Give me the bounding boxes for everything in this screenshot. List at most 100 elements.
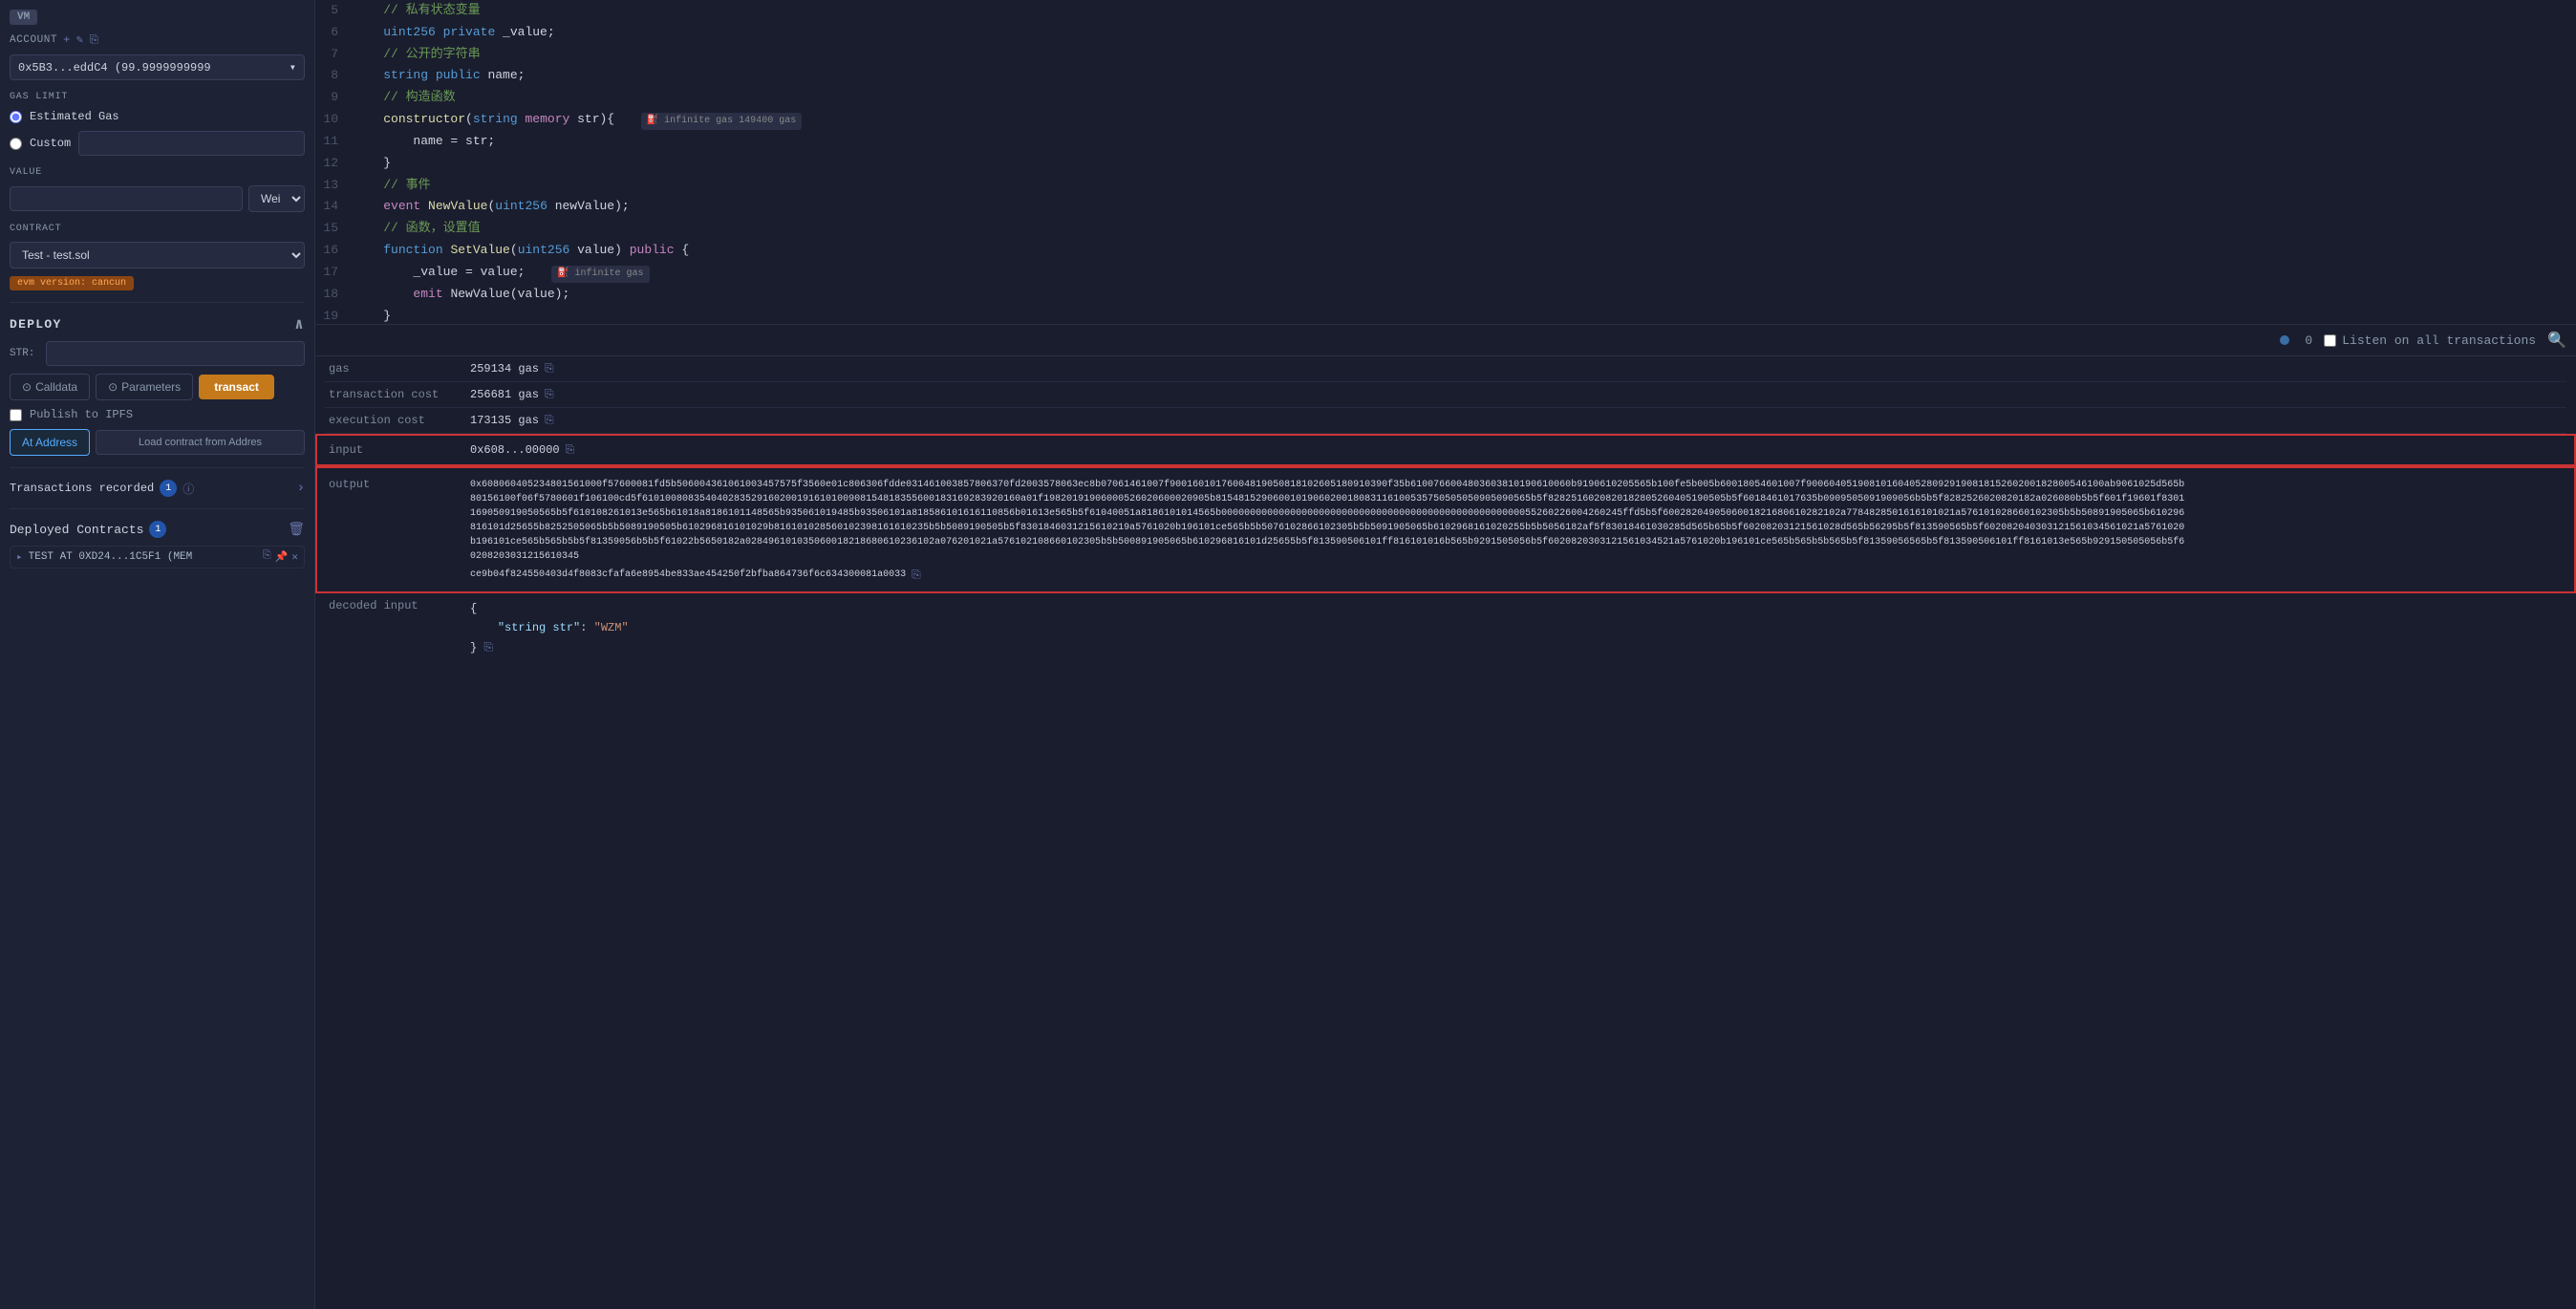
gas-value: 259134 gas ⎘: [470, 362, 554, 376]
contract-close-icon[interactable]: ✕: [291, 550, 298, 564]
code-line-11: 11 name = str;: [315, 131, 2576, 153]
execution-cost-row: execution cost 173135 gas ⎘: [325, 408, 2566, 434]
publish-checkbox[interactable]: [10, 409, 22, 421]
at-address-button[interactable]: At Address: [10, 429, 90, 456]
input-value: 0x608...00000 ⎘: [470, 443, 574, 457]
search-icon[interactable]: 🔍: [2547, 331, 2566, 350]
deployed-section: Deployed Contracts 1 🗑: [10, 521, 305, 538]
code-line-17: 17 _value = value; ⛽ infinite gas: [315, 262, 2576, 284]
input-box: input 0x608...00000 ⎘: [315, 434, 2576, 466]
contract-select[interactable]: Test - test.sol: [10, 242, 305, 268]
transactions-expand-icon[interactable]: ›: [297, 481, 305, 496]
output-hash-text: ce9b04f824550403d4f8083cfafa6e8954be833a…: [470, 568, 906, 582]
info-icon: ⓘ: [182, 481, 194, 497]
line-num-17: 17: [315, 263, 354, 283]
deployed-badge: 1: [149, 521, 166, 538]
calldata-button[interactable]: ⊙ Calldata: [10, 374, 90, 400]
edit-account-icon[interactable]: ✎: [76, 32, 84, 47]
code-line-10: 10 constructor(string memory str){ ⛽ inf…: [315, 109, 2576, 131]
line-num-14: 14: [315, 197, 354, 217]
listen-checkbox[interactable]: [2324, 334, 2336, 347]
code-line-16: 16 function SetValue(uint256 value) publ…: [315, 240, 2576, 262]
contract-chevron-icon[interactable]: ▸: [16, 550, 23, 564]
decoded-key: "string str": [498, 621, 580, 634]
account-select[interactable]: 0x5B3...eddC4 (99.9999999999 ▾: [10, 54, 305, 80]
right-panel: 5 // 私有状态变量 6 uint256 private _value; 7 …: [315, 0, 2576, 1309]
estimated-gas-radio[interactable]: [10, 111, 22, 123]
code-line-19: 19 }: [315, 306, 2576, 325]
value-input[interactable]: 0: [10, 186, 243, 211]
address-row: At Address Load contract from Addres: [10, 429, 305, 456]
contract-pin-icon[interactable]: 📌: [275, 550, 289, 564]
line-num-13: 13: [315, 176, 354, 196]
left-panel: VM ACCOUNT + ✎ ⎘ 0x5B3...eddC4 (99.99999…: [0, 0, 315, 1309]
deploy-buttons: ⊙ Calldata ⊙ Parameters transact: [10, 374, 305, 400]
line-content-7: // 公开的字符串: [354, 45, 2576, 65]
line-content-10: constructor(string memory str){ ⛽ infini…: [354, 110, 2576, 130]
exec-cost-copy-icon[interactable]: ⎘: [545, 414, 554, 427]
deployed-label: Deployed Contracts: [10, 523, 143, 537]
str-input[interactable]: "WZM": [46, 341, 305, 366]
transactions-row: Transactions recorded 1 ⓘ ›: [10, 480, 305, 497]
gas-copy-icon[interactable]: ⎘: [545, 362, 554, 376]
line-content-16: function SetValue(uint256 value) public …: [354, 241, 2576, 261]
deploy-header: DEPLOY ∧: [10, 314, 305, 333]
line-num-15: 15: [315, 219, 354, 239]
custom-gas-input[interactable]: 3000000: [78, 131, 305, 156]
output-hash-row: ce9b04f824550403d4f8083cfafa6e8954be833a…: [470, 568, 2563, 582]
account-chevron-icon: ▾: [290, 60, 296, 75]
add-account-icon[interactable]: +: [63, 33, 71, 47]
calldata-icon: ⊙: [22, 380, 32, 394]
value-label: VALUE: [10, 167, 305, 178]
calldata-label: Calldata: [35, 380, 77, 394]
line-content-15: // 函数，设置值: [354, 219, 2576, 239]
line-num-16: 16: [315, 241, 354, 261]
transact-button[interactable]: transact: [199, 375, 274, 399]
line-content-9: // 构造函数: [354, 88, 2576, 108]
str-row: STR: "WZM": [10, 341, 305, 366]
parameters-icon: ⊙: [108, 380, 118, 394]
decoded-input-label: decoded input: [329, 599, 462, 612]
copy-account-icon[interactable]: ⎘: [90, 33, 99, 47]
input-row: input 0x608...00000 ⎘: [325, 441, 2566, 459]
contract-label: CONTRACT: [10, 224, 305, 234]
load-contract-button[interactable]: Load contract from Addres: [96, 430, 305, 455]
code-line-18: 18 emit NewValue(value);: [315, 284, 2576, 306]
custom-gas-row: Custom 3000000: [10, 131, 305, 156]
decoded-input-row: decoded input { "string str": "WZM" } ⎘: [325, 593, 2566, 663]
line-num-18: 18: [315, 285, 354, 305]
output-box: output 0x608060405234801561000f57600081f…: [315, 466, 2576, 593]
line-content-11: name = str;: [354, 132, 2576, 152]
trash-icon[interactable]: 🗑: [288, 522, 305, 538]
line-content-18: emit NewValue(value);: [354, 285, 2576, 305]
output-copy-icon[interactable]: ⎘: [912, 569, 921, 582]
estimated-gas-label: Estimated Gas: [30, 110, 119, 123]
parameters-button[interactable]: ⊙ Parameters: [96, 374, 193, 400]
code-line-15: 15 // 函数，设置值: [315, 218, 2576, 240]
deployed-contract-item: ▸ TEST AT 0XD24...1C5F1 (MEM ⎘ 📌 ✕: [10, 546, 305, 569]
line-content-19: }: [354, 307, 2576, 325]
line-num-11: 11: [315, 132, 354, 152]
decoded-input-copy-icon[interactable]: ⎘: [483, 641, 493, 654]
line-num-9: 9: [315, 88, 354, 108]
tx-cost-value: 256681 gas ⎘: [470, 388, 554, 401]
output-long-content: 0x608060405234801561000f57600081fd5b5060…: [470, 478, 2563, 582]
custom-label: Custom: [30, 137, 71, 150]
wei-select[interactable]: Wei: [248, 185, 305, 212]
contract-copy-icon[interactable]: ⎘: [263, 550, 271, 564]
account-row: ACCOUNT + ✎ ⎘: [10, 32, 305, 47]
output-area: gas 259134 gas ⎘ transaction cost 256681…: [315, 356, 2576, 1309]
divider-1: [10, 302, 305, 303]
line-content-12: }: [354, 154, 2576, 174]
exec-cost-label: execution cost: [329, 414, 462, 427]
tx-cost-copy-icon[interactable]: ⎘: [545, 388, 554, 401]
code-line-13: 13 // 事件: [315, 175, 2576, 197]
input-label: input: [329, 443, 462, 457]
code-line-7: 7 // 公开的字符串: [315, 44, 2576, 66]
estimated-gas-row: Estimated Gas: [10, 110, 305, 123]
input-copy-icon[interactable]: ⎘: [566, 443, 575, 457]
evm-badge: evm version: cancun: [10, 276, 134, 290]
gas-label: gas: [329, 362, 462, 376]
deploy-chevron-icon[interactable]: ∧: [294, 314, 305, 333]
custom-gas-radio[interactable]: [10, 138, 22, 150]
